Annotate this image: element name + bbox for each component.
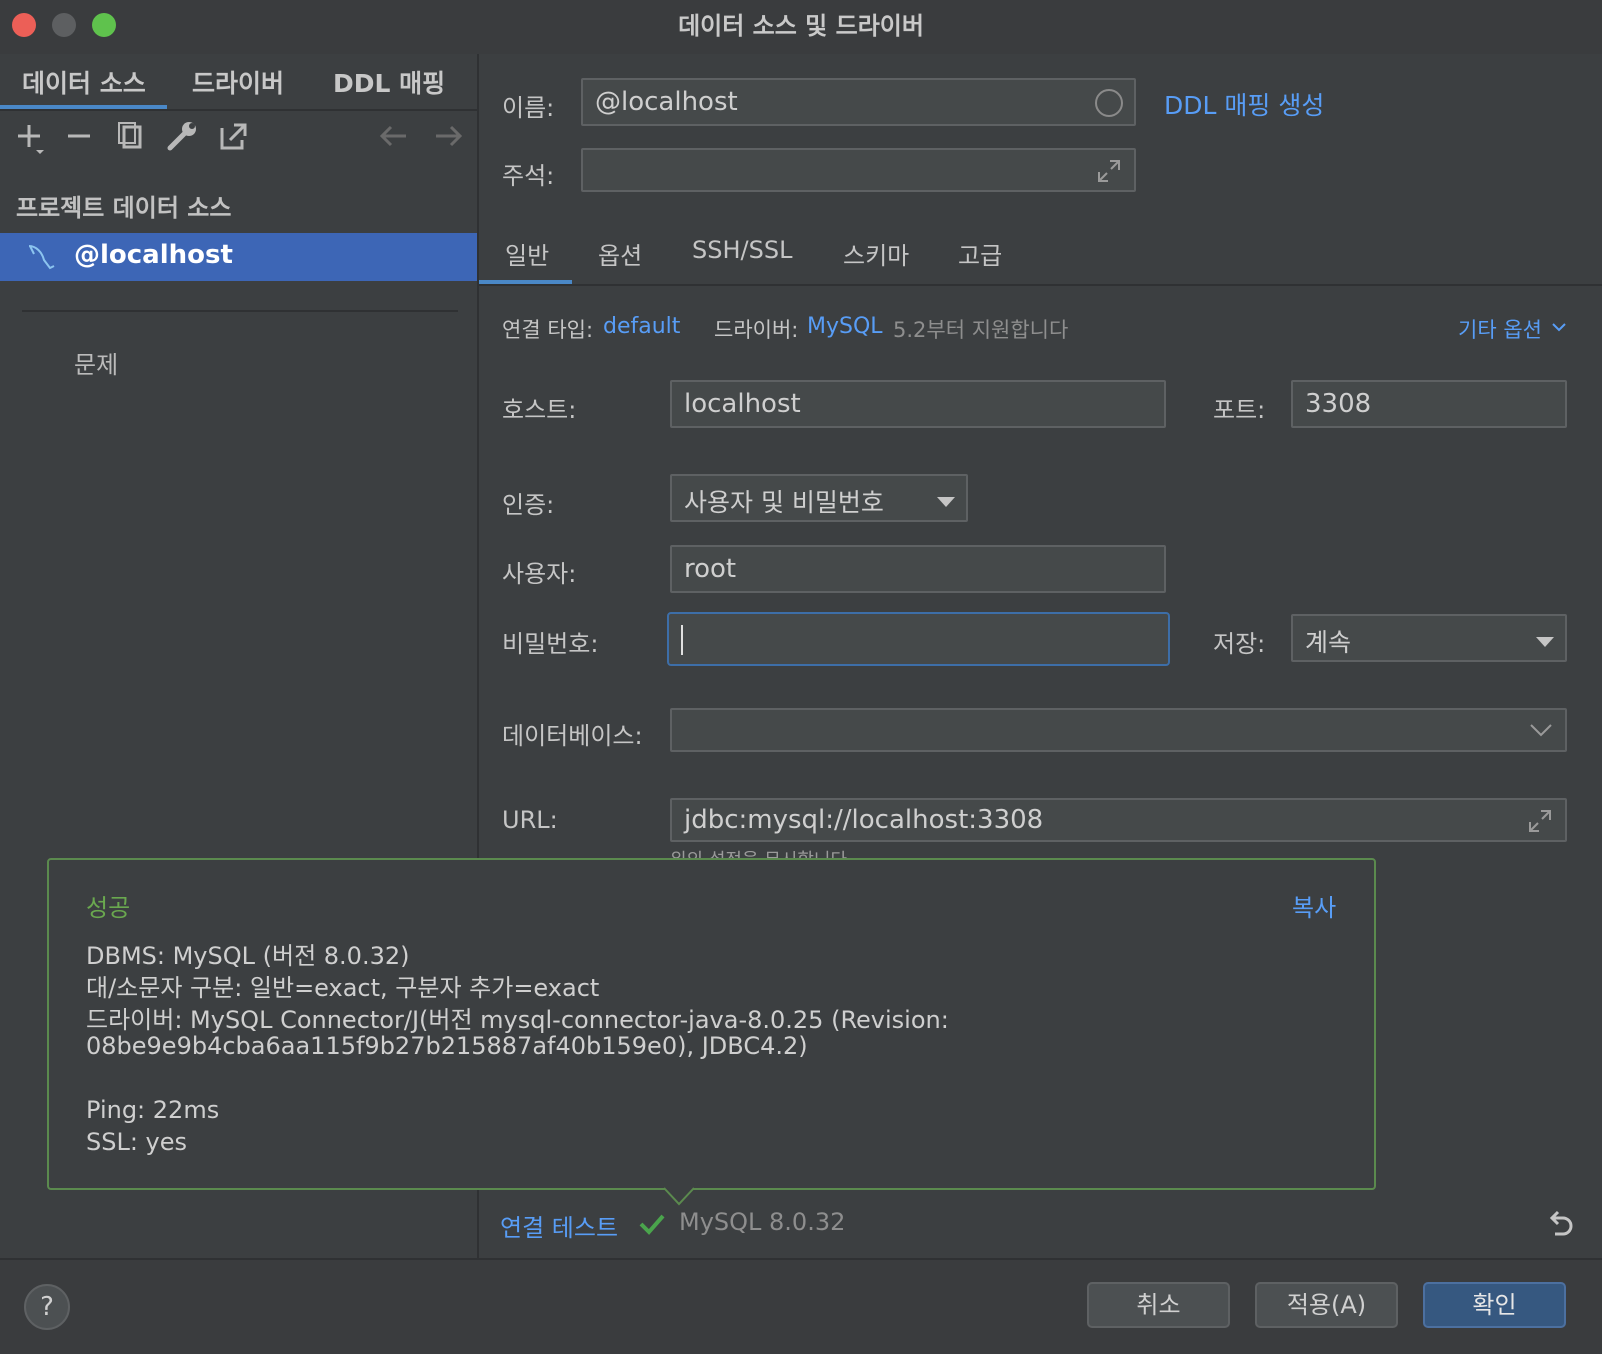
tab-ddl-mappings[interactable]: DDL 매핑 bbox=[333, 64, 445, 100]
comment-label: 주석: bbox=[502, 162, 555, 190]
forward-arrow-icon[interactable] bbox=[432, 120, 464, 161]
popup-line-driver: 드라이버: MySQL Connector/J(버전 mysql-connect… bbox=[86, 1006, 949, 1034]
save-select[interactable]: 계속 bbox=[1291, 614, 1567, 662]
tab-ssh-ssl[interactable]: SSH/SSL bbox=[692, 236, 792, 264]
comment-field[interactable] bbox=[581, 148, 1136, 192]
apply-button[interactable]: 적용(A) bbox=[1255, 1282, 1398, 1328]
remove-icon[interactable] bbox=[66, 120, 94, 161]
url-note: 위의 설정을 무시합니다 bbox=[670, 846, 847, 858]
password-label: 비밀번호: bbox=[502, 630, 599, 658]
popup-line-ssl: SSL: yes bbox=[86, 1128, 188, 1156]
dropdown-arrow-icon bbox=[1535, 633, 1555, 652]
popup-pointer bbox=[663, 1187, 695, 1210]
driver-label: 드라이버: bbox=[714, 318, 799, 342]
driver-link[interactable]: MySQL bbox=[807, 314, 883, 339]
url-label: URL: bbox=[502, 806, 558, 834]
user-field[interactable]: root bbox=[670, 545, 1166, 593]
driver-note: 5.2부터 지원합니다 bbox=[893, 318, 1069, 342]
tab-advanced[interactable]: 고급 bbox=[958, 236, 1002, 271]
more-options-button[interactable]: 기타 옵션 bbox=[1458, 314, 1542, 344]
duplicate-icon[interactable] bbox=[116, 120, 146, 161]
popup-line-case: 대/소문자 구분: 일반=exact, 구분자 추가=exact bbox=[86, 974, 600, 1002]
expand-icon[interactable] bbox=[1096, 158, 1122, 188]
more-options-label: 기타 옵션 bbox=[1458, 318, 1542, 342]
save-label: 저장: bbox=[1213, 630, 1266, 658]
user-value: root bbox=[684, 554, 737, 584]
auth-label: 인증: bbox=[502, 491, 555, 519]
auth-value: 사용자 및 비밀번호 bbox=[684, 488, 884, 517]
cancel-button[interactable]: 취소 bbox=[1087, 1282, 1230, 1328]
tab-options[interactable]: 옵션 bbox=[598, 236, 642, 271]
tab-general[interactable]: 일반 bbox=[505, 236, 549, 271]
chevron-down-icon[interactable] bbox=[1529, 722, 1553, 742]
tab-drivers[interactable]: 드라이버 bbox=[192, 64, 284, 100]
database-combobox[interactable] bbox=[670, 708, 1567, 752]
name-label: 이름: bbox=[502, 94, 555, 122]
chevron-down-icon bbox=[1550, 318, 1568, 340]
port-label: 포트: bbox=[1213, 396, 1266, 424]
popup-line-revision: 08be9e9b4cba6aa115f9b27b215887af40b159e0… bbox=[86, 1032, 808, 1060]
project-data-sources-heading: 프로젝트 데이터 소스 bbox=[16, 194, 232, 222]
auth-select[interactable]: 사용자 및 비밀번호 bbox=[670, 474, 968, 522]
popup-title: 성공 bbox=[86, 894, 131, 922]
connection-type-link[interactable]: default bbox=[603, 314, 680, 339]
tab-schemas[interactable]: 스키마 bbox=[843, 236, 909, 271]
copy-button[interactable]: 복사 bbox=[1292, 888, 1336, 923]
port-field[interactable]: 3308 bbox=[1291, 380, 1567, 428]
tab-data-sources[interactable]: 데이터 소스 bbox=[22, 64, 146, 100]
name-field[interactable]: @localhost bbox=[581, 78, 1136, 126]
sidebar-item-problems[interactable]: 문제 bbox=[74, 345, 118, 380]
popup-line-ping: Ping: 22ms bbox=[86, 1096, 220, 1124]
back-arrow-icon[interactable] bbox=[378, 120, 410, 161]
sidebar-item-localhost[interactable] bbox=[0, 233, 477, 281]
tabs-divider bbox=[479, 284, 1602, 286]
popup-line-dbms: DBMS: MySQL (버전 8.0.32) bbox=[86, 942, 410, 970]
revert-icon[interactable] bbox=[1545, 1208, 1575, 1242]
dropdown-arrow-icon bbox=[936, 493, 956, 512]
password-field[interactable] bbox=[667, 612, 1170, 666]
checkmark-icon bbox=[638, 1210, 666, 1242]
host-field[interactable]: localhost bbox=[670, 380, 1166, 428]
color-picker-icon[interactable] bbox=[1094, 88, 1124, 122]
window-title: 데이터 소스 및 드라이버 bbox=[678, 12, 924, 40]
copy-label: 복사 bbox=[1292, 894, 1337, 922]
database-label: 데이터베이스: bbox=[502, 722, 643, 750]
name-value: @localhost bbox=[595, 87, 738, 117]
connection-type-label: 연결 타입: bbox=[502, 318, 594, 342]
host-label: 호스트: bbox=[502, 396, 577, 424]
host-value: localhost bbox=[684, 389, 801, 419]
mysql-dolphin-icon bbox=[26, 242, 58, 276]
open-external-icon[interactable] bbox=[218, 120, 250, 161]
sidebar-separator bbox=[22, 310, 458, 312]
user-label: 사용자: bbox=[502, 560, 577, 588]
sidebar-divider bbox=[0, 109, 477, 111]
test-result-text: MySQL 8.0.32 bbox=[679, 1208, 846, 1236]
test-connection-label: 연결 테스트 bbox=[500, 1214, 619, 1242]
expand-icon[interactable] bbox=[1527, 808, 1553, 838]
ok-button[interactable]: 확인 bbox=[1423, 1282, 1566, 1328]
help-button[interactable]: ? bbox=[24, 1284, 70, 1330]
test-connection-link[interactable]: 연결 테스트 bbox=[500, 1208, 618, 1243]
text-cursor bbox=[681, 625, 683, 655]
wrench-icon[interactable] bbox=[166, 120, 198, 161]
create-ddl-mapping-link[interactable]: DDL 매핑 생성 bbox=[1164, 86, 1324, 122]
sidebar-item-label: @localhost bbox=[74, 240, 233, 270]
save-value: 계속 bbox=[1305, 628, 1352, 657]
create-ddl-mapping-label: DDL 매핑 생성 bbox=[1164, 91, 1325, 120]
url-field[interactable]: jdbc:mysql://localhost:3308 bbox=[670, 798, 1567, 842]
url-value: jdbc:mysql://localhost:3308 bbox=[684, 805, 1044, 835]
add-icon[interactable] bbox=[14, 120, 48, 161]
port-value: 3308 bbox=[1305, 389, 1372, 419]
